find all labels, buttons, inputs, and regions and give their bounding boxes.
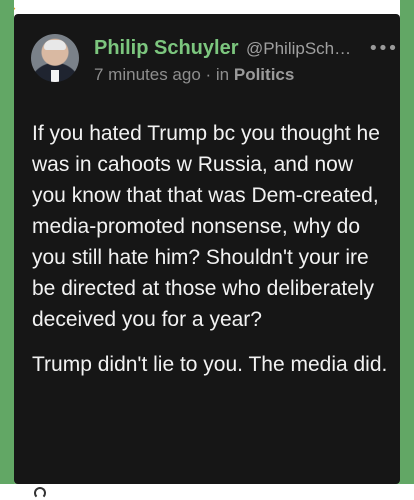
- post-body: If you hated Trump bc you thought he was…: [32, 118, 392, 380]
- more-options-icon[interactable]: •••: [368, 38, 398, 60]
- right-border: [400, 0, 414, 500]
- bottom-strip: [0, 484, 414, 500]
- post-paragraph: Trump didn't lie to you. The media did.: [32, 353, 388, 376]
- post-paragraph: If you hated Trump bc you thought he was…: [32, 122, 380, 331]
- author-handle[interactable]: @PhilipSchu...: [246, 38, 356, 60]
- post-category[interactable]: Politics: [234, 65, 294, 84]
- avatar[interactable]: [31, 34, 79, 82]
- avatar-hair: [44, 40, 66, 50]
- post-meta: 7 minutes ago · in Politics: [94, 64, 294, 86]
- author-name[interactable]: Philip Schuyler: [94, 36, 238, 60]
- meta-separator: · in: [200, 65, 234, 84]
- partial-icon: [34, 487, 46, 499]
- left-border: [0, 0, 14, 500]
- post-card: Philip Schuyler @PhilipSchu... ••• 7 min…: [14, 14, 400, 484]
- post-timestamp: 7 minutes ago: [94, 65, 201, 84]
- avatar-collar: [51, 70, 59, 82]
